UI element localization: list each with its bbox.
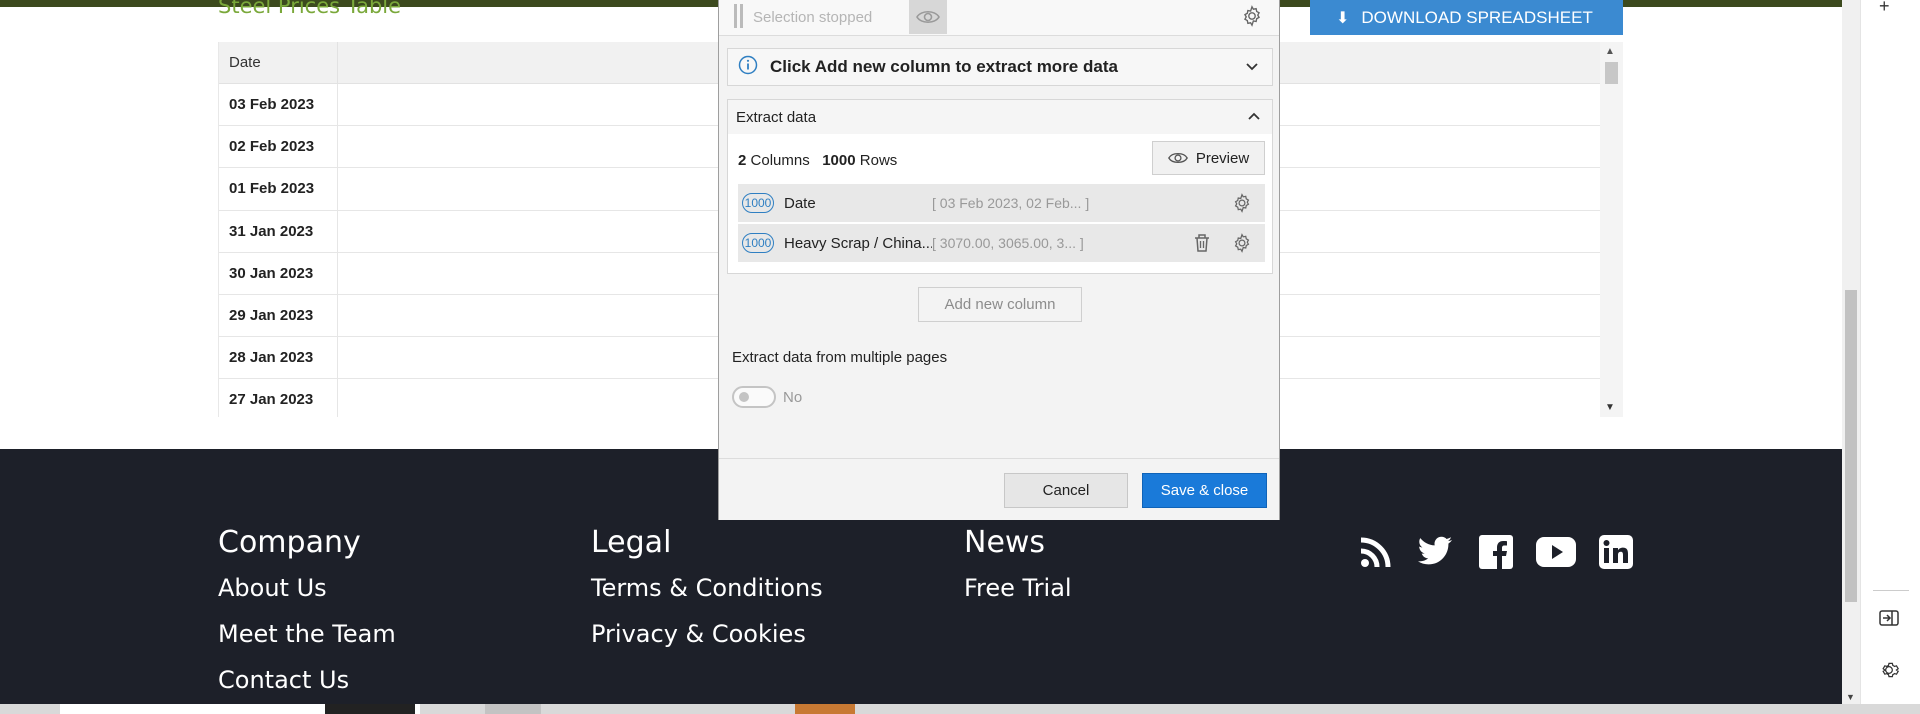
footer-link-about[interactable]: About Us — [218, 574, 396, 602]
extract-data-section: Extract data 2 Columns 1000 Rows Preview… — [727, 99, 1273, 274]
download-icon: ⬇ — [1336, 9, 1350, 27]
extract-data-dialog: Selection stopped Click Add new column t… — [718, 0, 1280, 520]
divider — [1873, 590, 1909, 591]
selection-status: Selection stopped — [753, 9, 873, 26]
dialog-toolbar: Selection stopped — [719, 0, 1279, 36]
footer-legal-title: Legal — [591, 525, 672, 560]
multi-page-label: Extract data from multiple pages — [732, 349, 948, 366]
date-cell: 27 Jan 2023 — [219, 379, 338, 417]
date-cell: 01 Feb 2023 — [219, 168, 338, 210]
footer-legal: Legal Terms & Conditions Privacy & Cooki… — [591, 525, 823, 666]
preview-button[interactable]: Preview — [1152, 141, 1265, 175]
column-name: Date — [784, 194, 816, 212]
preview-label: Preview — [1195, 149, 1250, 167]
multi-page-value: No — [783, 389, 803, 406]
row-count-badge: 1000 — [742, 193, 774, 213]
row-count-badge: 1000 — [742, 233, 774, 253]
column-name: Heavy Scrap / China... — [784, 234, 932, 252]
footer-link-contact[interactable]: Contact Us — [218, 666, 396, 694]
youtube-icon[interactable] — [1535, 531, 1577, 573]
save-close-button[interactable]: Save & close — [1142, 473, 1267, 508]
social-links — [1355, 531, 1637, 573]
eye-icon — [1167, 152, 1188, 164]
toggle-visibility-button[interactable] — [909, 0, 947, 34]
column-row-counts: 2 Columns 1000 Rows — [738, 152, 897, 169]
rss-icon[interactable] — [1355, 531, 1397, 573]
footer-link-free-trial[interactable]: Free Trial — [964, 574, 1072, 602]
chevron-up-icon[interactable] — [1246, 109, 1262, 129]
taskbar-app[interactable] — [325, 704, 415, 714]
taskbar-app[interactable] — [795, 704, 855, 714]
column-row-date[interactable]: 1000 Date [ 03 Feb 2023, 02 Feb... ] — [738, 184, 1265, 222]
page-scroll-thumb[interactable] — [1845, 290, 1857, 602]
pause-icon[interactable] — [734, 4, 744, 28]
sidebar-toggle-icon[interactable] — [1879, 610, 1899, 631]
linkedin-icon[interactable] — [1595, 531, 1637, 573]
extract-data-body: 2 Columns 1000 Rows Preview 1000 Date [ … — [728, 134, 1272, 273]
download-label: DOWNLOAD SPREADSHEET — [1361, 7, 1593, 27]
info-text: Click Add new column to extract more dat… — [770, 57, 1118, 76]
extract-data-header[interactable]: Extract data — [728, 100, 1272, 134]
footer-company: Company About Us Meet the Team Contact U… — [218, 525, 396, 712]
info-banner[interactable]: Click Add new column to extract more dat… — [727, 48, 1273, 86]
footer-link-privacy[interactable]: Privacy & Cookies — [591, 620, 823, 648]
toggle-knob — [739, 392, 749, 402]
taskbar-app[interactable] — [485, 704, 541, 714]
column-settings-icon[interactable] — [1232, 233, 1252, 258]
dialog-footer: Cancel Save & close — [719, 458, 1279, 520]
settings-gear-icon[interactable] — [1241, 5, 1263, 32]
taskbar — [0, 704, 1920, 714]
date-cell: 31 Jan 2023 — [219, 210, 338, 252]
multi-page-toggle[interactable] — [732, 386, 776, 408]
facebook-icon[interactable] — [1475, 531, 1517, 573]
table-scroll-thumb[interactable] — [1605, 62, 1618, 84]
twitter-icon[interactable] — [1415, 531, 1457, 573]
trash-icon[interactable] — [1193, 233, 1211, 258]
info-icon — [738, 55, 758, 80]
rows-count: 1000 — [822, 152, 856, 169]
date-cell: 03 Feb 2023 — [219, 84, 338, 126]
columns-word: Columns — [750, 152, 810, 169]
table-scrollbar[interactable]: ▲ ▼ — [1600, 42, 1623, 417]
rows-word: Rows — [859, 152, 898, 169]
date-cell: 02 Feb 2023 — [219, 126, 338, 168]
page-title: Steel Prices Table — [218, 0, 402, 18]
date-cell: 29 Jan 2023 — [219, 294, 338, 337]
column-settings-icon[interactable] — [1232, 193, 1252, 218]
column-row-heavy-scrap[interactable]: 1000 Heavy Scrap / China... [ 3070.00, 3… — [738, 224, 1265, 262]
page-scrollbar[interactable]: ▼ — [1842, 0, 1860, 704]
header-date[interactable]: Date — [219, 42, 338, 84]
columns-count: 2 — [738, 152, 747, 169]
add-icon[interactable]: + — [1879, 0, 1890, 17]
cancel-button[interactable]: Cancel — [1004, 473, 1128, 508]
footer-link-terms[interactable]: Terms & Conditions — [591, 574, 823, 602]
chevron-down-icon[interactable] — [1244, 58, 1260, 79]
scroll-down-icon[interactable]: ▼ — [1846, 692, 1855, 702]
scroll-up-icon[interactable]: ▲ — [1605, 46, 1615, 57]
extract-data-title: Extract data — [736, 108, 817, 126]
column-preview-values: [ 3070.00, 3065.00, 3... ] — [932, 235, 1084, 251]
date-cell: 30 Jan 2023 — [219, 252, 338, 294]
footer-link-team[interactable]: Meet the Team — [218, 620, 396, 648]
footer-news: News Free Trial — [964, 525, 1072, 620]
footer-news-title: News — [964, 525, 1046, 560]
column-preview-values: [ 03 Feb 2023, 02 Feb... ] — [932, 195, 1090, 211]
date-cell: 28 Jan 2023 — [219, 337, 338, 379]
footer-company-title: Company — [218, 525, 361, 560]
add-new-column-button[interactable]: Add new column — [918, 287, 1082, 322]
eye-icon — [916, 10, 940, 24]
browser-side-panel: + — [1860, 0, 1920, 704]
settings-icon[interactable] — [1879, 660, 1899, 685]
scroll-down-icon[interactable]: ▼ — [1605, 402, 1615, 413]
download-spreadsheet-button[interactable]: ⬇ DOWNLOAD SPREADSHEET — [1310, 0, 1623, 35]
